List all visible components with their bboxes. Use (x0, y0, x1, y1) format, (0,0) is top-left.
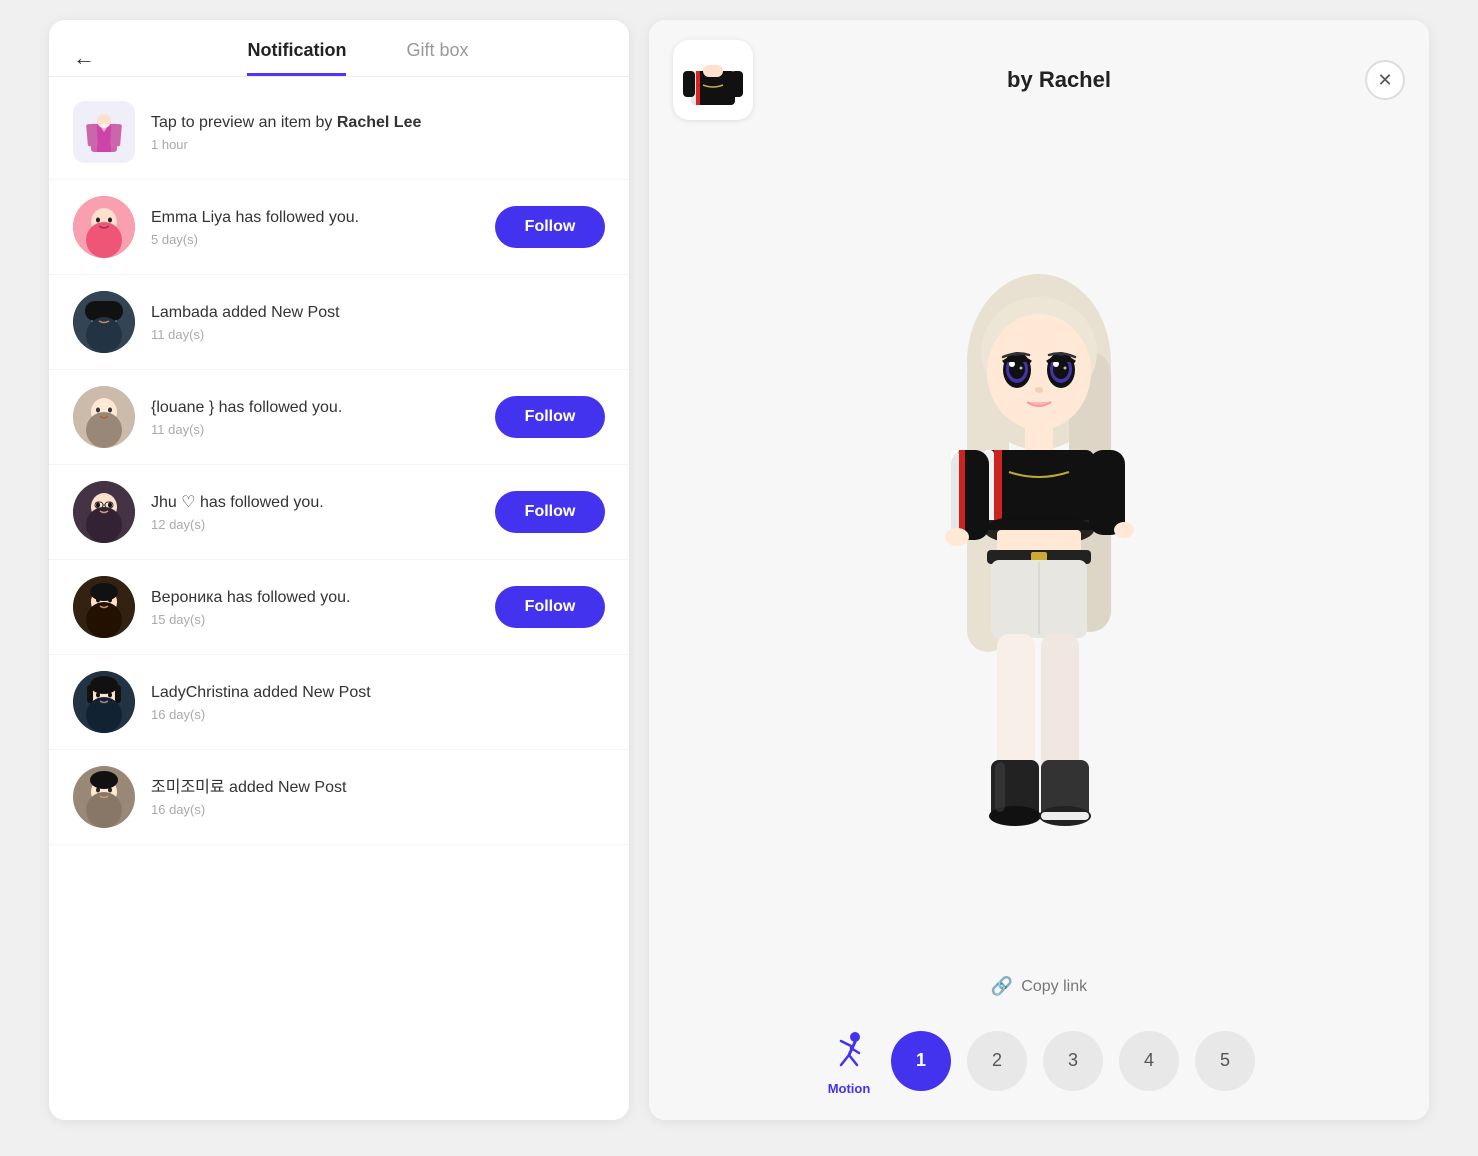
motion-icon (823, 1025, 875, 1077)
notification-list: Tap to preview an item by Rachel Lee 1 h… (49, 77, 629, 853)
avatar-emma (73, 196, 135, 258)
notif-item-jhu[interactable]: Jhu ♡ has followed you. 12 day(s) Follow (49, 465, 629, 560)
avatar-jhu-svg (73, 481, 135, 543)
avatar-lambada-svg (73, 291, 135, 353)
num-button-2[interactable]: 2 (967, 1031, 1027, 1091)
avatar-korean-svg (73, 766, 135, 828)
follow-button-jhu[interactable]: Follow (495, 491, 605, 533)
notif-item-lambada[interactable]: Lambada added New Post 11 day(s) (49, 275, 629, 370)
notif-time-veronika: 15 day(s) (151, 612, 479, 627)
notif-main-emma: Emma Liya has followed you. (151, 207, 479, 229)
notif-text-ladychristina: LadyChristina added New Post 16 day(s) (151, 682, 605, 722)
notif-text-preview: Tap to preview an item by Rachel Lee 1 h… (151, 112, 605, 152)
notif-main-jhu: Jhu ♡ has followed you. (151, 492, 479, 514)
motion-label: Motion (828, 1081, 871, 1096)
num-button-1[interactable]: 1 (891, 1031, 951, 1091)
right-footer: Motion 1 2 3 4 5 (649, 1009, 1429, 1120)
motion-controls: Motion 1 2 3 4 5 (673, 1025, 1405, 1096)
motion-figure-svg (827, 1029, 871, 1073)
notif-time-jhu: 12 day(s) (151, 517, 479, 532)
num-button-4[interactable]: 4 (1119, 1031, 1179, 1091)
avatar-veronika (73, 576, 135, 638)
notif-item-preview[interactable]: Tap to preview an item by Rachel Lee 1 h… (49, 85, 629, 180)
notif-item-ladychristina[interactable]: LadyChristina added New Post 16 day(s) (49, 655, 629, 750)
left-panel: ← Notification Gift box (49, 20, 629, 1120)
notif-time-preview: 1 hour (151, 137, 605, 152)
notif-time-louane: 11 day(s) (151, 422, 479, 437)
notif-time-korean: 16 day(s) (151, 802, 605, 817)
follow-button-louane[interactable]: Follow (495, 396, 605, 438)
notif-item-louane[interactable]: {louane } has followed you. 11 day(s) Fo… (49, 370, 629, 465)
notif-time-lambada: 11 day(s) (151, 327, 605, 342)
notif-main-lambada: Lambada added New Post (151, 302, 605, 324)
thumbnail-svg (683, 47, 743, 113)
avatar-veronika-svg (73, 576, 135, 638)
right-header: by Rachel ✕ (649, 20, 1429, 140)
notif-time-ladychristina: 16 day(s) (151, 707, 605, 722)
avatar-ladychristina-svg (73, 671, 135, 733)
notif-text-lambada: Lambada added New Post 11 day(s) (151, 302, 605, 342)
notif-text-korean: 조미조미료 added New Post 16 day(s) (151, 777, 605, 817)
num-button-3[interactable]: 3 (1043, 1031, 1103, 1091)
avatar-lambada (73, 291, 135, 353)
tab-notification[interactable]: Notification (247, 40, 346, 76)
right-panel-title: by Rachel (753, 67, 1365, 93)
back-button[interactable]: ← (73, 47, 95, 69)
follow-button-veronika[interactable]: Follow (495, 586, 605, 628)
notif-main-veronika: Вероника has followed you. (151, 587, 479, 609)
avatar-emma-svg (73, 196, 135, 258)
tab-row: Notification Gift box (111, 40, 605, 76)
link-icon: 🔗 (991, 976, 1013, 997)
follow-button-emma[interactable]: Follow (495, 206, 605, 248)
notif-item-emma[interactable]: Emma Liya has followed you. 5 day(s) Fol… (49, 180, 629, 275)
avatar-korean (73, 766, 135, 828)
notif-text-veronika: Вероника has followed you. 15 day(s) (151, 587, 479, 627)
outfit-svg (79, 104, 129, 160)
notif-text-jhu: Jhu ♡ has followed you. 12 day(s) (151, 492, 479, 532)
avatar-outfit (73, 101, 135, 163)
item-thumbnail (673, 40, 753, 120)
notif-item-korean[interactable]: 조미조미료 added New Post 16 day(s) (49, 750, 629, 845)
notif-text-louane: {louane } has followed you. 11 day(s) (151, 397, 479, 437)
left-header: ← Notification Gift box (49, 20, 629, 76)
num-button-5[interactable]: 5 (1195, 1031, 1255, 1091)
avatar-ladychristina (73, 671, 135, 733)
copy-link-row[interactable]: 🔗 Copy link (649, 964, 1429, 1009)
notif-main-korean: 조미조미료 added New Post (151, 777, 605, 799)
notif-text-emma: Emma Liya has followed you. 5 day(s) (151, 207, 479, 247)
notif-item-veronika[interactable]: Вероника has followed you. 15 day(s) Fol… (49, 560, 629, 655)
avatar-louane (73, 386, 135, 448)
tab-giftbox[interactable]: Gift box (406, 40, 468, 76)
avatar-jhu (73, 481, 135, 543)
copy-link-label: Copy link (1021, 978, 1087, 996)
right-panel: by Rachel ✕ (649, 20, 1429, 1120)
notif-time-emma: 5 day(s) (151, 232, 479, 247)
close-button[interactable]: ✕ (1365, 60, 1405, 100)
avatar-louane-svg (73, 386, 135, 448)
motion-icon-wrap[interactable]: Motion (823, 1025, 875, 1096)
avatar-3d-svg (879, 262, 1199, 842)
notif-main-preview: Tap to preview an item by Rachel Lee (151, 112, 605, 134)
notif-main-ladychristina: LadyChristina added New Post (151, 682, 605, 704)
avatar-showcase (649, 140, 1429, 964)
notif-main-louane: {louane } has followed you. (151, 397, 479, 419)
